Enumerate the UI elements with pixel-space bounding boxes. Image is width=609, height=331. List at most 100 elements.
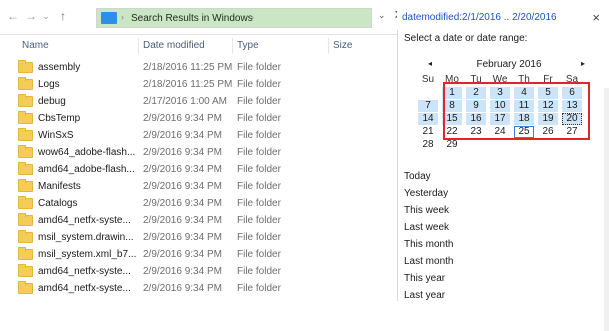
folder-icon <box>18 60 33 73</box>
quick-date-option[interactable]: This month <box>404 239 453 250</box>
breadcrumb-search-results[interactable]: Search Results in Windows <box>131 13 253 24</box>
file-date: 2/9/2016 9:34 PM <box>143 130 222 141</box>
scrollbar[interactable] <box>604 88 609 331</box>
address-dropdown-chevron-icon[interactable]: ⌄ <box>378 10 386 21</box>
file-date: 2/17/2016 1:00 AM <box>143 96 227 107</box>
file-date: 2/9/2016 9:34 PM <box>143 164 222 175</box>
quick-date-option[interactable]: Today <box>404 171 431 182</box>
file-row[interactable]: amd64_netfx-syste... 2/9/2016 9:34 PM Fi… <box>0 263 392 280</box>
file-row[interactable]: WinSxS 2/9/2016 9:34 PM File folder <box>0 127 392 144</box>
address-path-box[interactable]: › Search Results in Windows › <box>96 8 372 28</box>
file-row[interactable]: msil_system.drawin... 2/9/2016 9:34 PM F… <box>0 229 392 246</box>
file-type: File folder <box>237 215 281 226</box>
file-type: File folder <box>237 181 281 192</box>
file-row[interactable]: Catalogs 2/9/2016 9:34 PM File folder <box>0 195 392 212</box>
folder-icon <box>18 77 33 90</box>
date-picker-prompt: Select a date or date range: <box>404 33 528 44</box>
file-row[interactable]: amd64_netfx-syste... 2/9/2016 9:34 PM Fi… <box>0 212 392 229</box>
column-header-date-modified[interactable]: Date modified <box>143 40 205 51</box>
file-name: WinSxS <box>38 130 74 141</box>
calendar-day[interactable]: 14 <box>418 113 438 125</box>
calendar-day[interactable]: 21 <box>418 126 438 138</box>
quick-date-option[interactable]: Last year <box>404 290 445 301</box>
column-header-row: Name Date modified Type Size <box>0 36 392 56</box>
file-date: 2/18/2016 11:25 PM <box>143 79 233 90</box>
folder-icon <box>18 230 33 243</box>
file-row[interactable]: wow64_adobe-flash... 2/9/2016 9:34 PM Fi… <box>0 144 392 161</box>
quick-date-option[interactable]: This week <box>404 205 449 216</box>
folder-icon <box>18 196 33 209</box>
folder-icon <box>18 179 33 192</box>
file-row[interactable]: assembly 2/18/2016 11:25 PM File folder <box>0 59 392 76</box>
calendar-month-label[interactable]: February 2016 <box>464 59 554 70</box>
column-header-size[interactable]: Size <box>333 40 352 51</box>
column-divider[interactable] <box>232 38 233 54</box>
search-clear-icon[interactable]: × <box>592 10 600 25</box>
quick-date-option[interactable]: This year <box>404 273 445 284</box>
file-type: File folder <box>237 232 281 243</box>
file-name: wow64_adobe-flash... <box>38 147 136 158</box>
file-date: 2/9/2016 9:34 PM <box>143 266 222 277</box>
file-name: debug <box>38 96 66 107</box>
back-arrow-icon[interactable]: ← <box>6 8 20 24</box>
file-date: 2/9/2016 9:34 PM <box>143 232 222 243</box>
folder-icon <box>18 247 33 260</box>
highlight-annotation-box <box>443 82 590 140</box>
file-type: File folder <box>237 266 281 277</box>
quick-date-option[interactable]: Last month <box>404 256 453 267</box>
folder-icon <box>18 145 33 158</box>
breadcrumb-separator[interactable]: › <box>121 12 124 22</box>
folder-icon <box>18 94 33 107</box>
file-date: 2/9/2016 9:34 PM <box>143 198 222 209</box>
file-list: assembly 2/18/2016 11:25 PM File folder … <box>0 56 392 301</box>
forward-arrow-icon[interactable]: → <box>24 8 38 24</box>
weekday-label: Su <box>421 74 435 85</box>
next-month-icon[interactable]: ▸ <box>581 59 585 68</box>
file-name: amd64_netfx-syste... <box>38 266 131 277</box>
folder-icon <box>18 162 33 175</box>
file-name: amd64_adobe-flash... <box>38 164 135 175</box>
file-date: 2/9/2016 9:34 PM <box>143 181 222 192</box>
column-divider[interactable] <box>138 38 139 54</box>
calendar-day[interactable]: 7 <box>418 100 438 112</box>
file-type: File folder <box>237 130 281 141</box>
folder-icon <box>18 213 33 226</box>
file-type: File folder <box>237 249 281 260</box>
recent-locations-chevron-icon[interactable]: ⌄ <box>40 8 52 24</box>
file-type: File folder <box>237 113 281 124</box>
folder-icon <box>18 111 33 124</box>
file-row[interactable]: amd64_netfx-syste... 2/9/2016 9:34 PM Fi… <box>0 280 392 297</box>
file-name: msil_system.drawin... <box>38 232 134 243</box>
file-row[interactable]: amd64_adobe-flash... 2/9/2016 9:34 PM Fi… <box>0 161 392 178</box>
file-date: 2/9/2016 9:34 PM <box>143 283 222 294</box>
file-type: File folder <box>237 62 281 73</box>
column-header-type[interactable]: Type <box>237 40 259 51</box>
file-row[interactable]: msil_system.xml_b7... 2/9/2016 9:34 PM F… <box>0 246 392 263</box>
file-row[interactable]: CbsTemp 2/9/2016 9:34 PM File folder <box>0 110 392 127</box>
file-name: msil_system.xml_b7... <box>38 249 137 260</box>
column-header-name[interactable]: Name <box>22 40 49 51</box>
breadcrumb-separator-end[interactable]: › <box>251 12 254 22</box>
file-row[interactable]: Logs 2/18/2016 11:25 PM File folder <box>0 76 392 93</box>
search-query-text[interactable]: datemodified:2/1/2016 .. 2/20/2016 <box>402 12 557 23</box>
search-box[interactable]: datemodified:2/1/2016 .. 2/20/2016 × <box>397 8 609 28</box>
file-name: assembly <box>38 62 81 73</box>
file-name: Manifests <box>38 181 81 192</box>
previous-month-icon[interactable]: ◂ <box>428 59 432 68</box>
file-type: File folder <box>237 79 281 90</box>
calendar-day[interactable]: 28 <box>418 139 438 151</box>
file-date: 2/9/2016 9:34 PM <box>143 215 222 226</box>
quick-date-option[interactable]: Yesterday <box>404 188 448 199</box>
file-type: File folder <box>237 147 281 158</box>
file-row[interactable]: debug 2/17/2016 1:00 AM File folder <box>0 93 392 110</box>
quick-date-option[interactable]: Last week <box>404 222 449 233</box>
calendar-day[interactable]: 29 <box>442 139 462 151</box>
folder-icon <box>18 128 33 141</box>
file-row[interactable]: Manifests 2/9/2016 9:34 PM File folder <box>0 178 392 195</box>
file-date: 2/9/2016 9:34 PM <box>143 147 222 158</box>
file-type: File folder <box>237 164 281 175</box>
folder-icon <box>18 281 33 294</box>
up-arrow-icon[interactable]: ↑ <box>56 8 70 24</box>
column-divider[interactable] <box>328 38 329 54</box>
file-type: File folder <box>237 96 281 107</box>
